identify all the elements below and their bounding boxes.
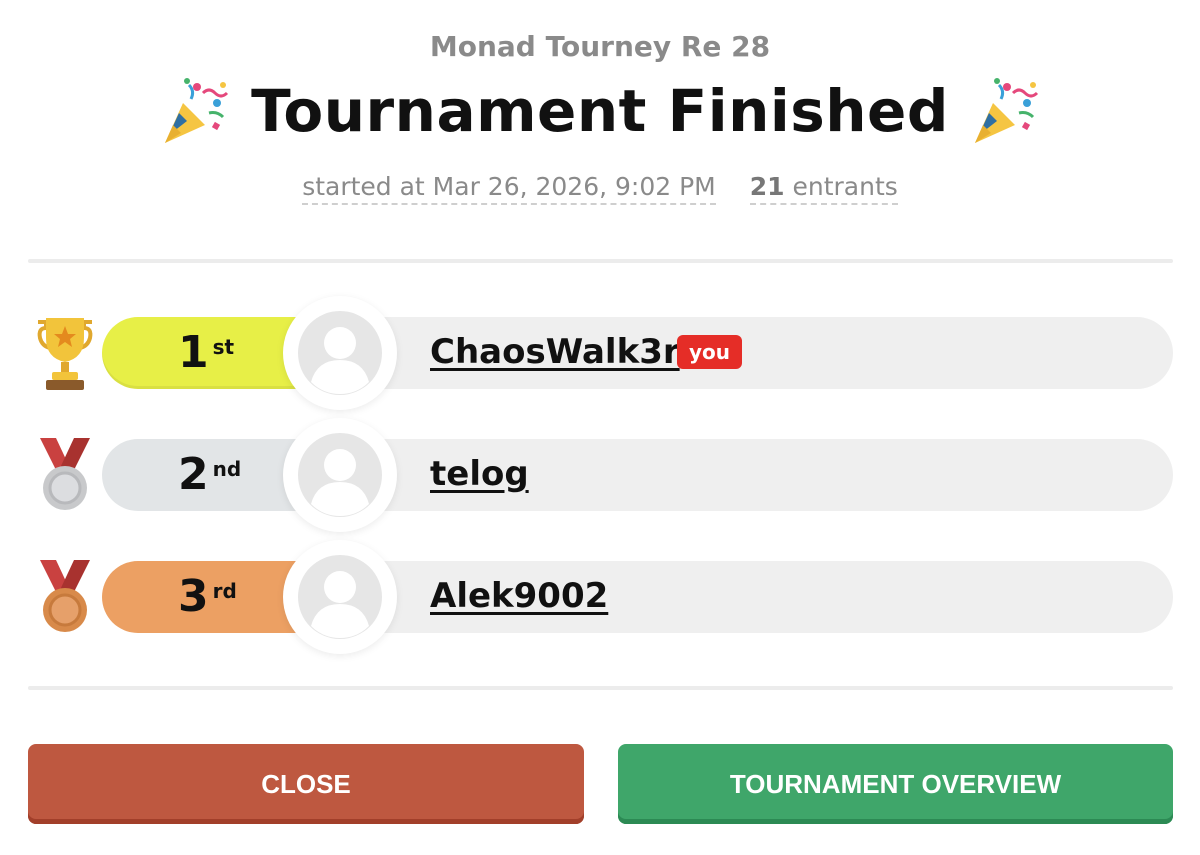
- party-popper-icon: [967, 73, 1043, 149]
- divider: [28, 259, 1173, 263]
- divider: [28, 686, 1173, 690]
- you-badge: you: [677, 335, 743, 369]
- tournament-overview-button[interactable]: TOURNAMENT OVERVIEW: [618, 744, 1173, 824]
- rank-number: 3: [178, 571, 209, 622]
- title-row: Tournament Finished: [0, 66, 1200, 156]
- start-time: started at Mar 26, 2026, 9:02 PM: [302, 172, 716, 205]
- entrants-count: 21 entrants: [749, 172, 898, 205]
- player-name-link[interactable]: ChaosWalk3r: [430, 332, 680, 372]
- user-icon: [298, 555, 382, 639]
- tournament-name: Monad Tourney Re 28: [429, 30, 771, 63]
- standing-row: 1st ChaosWalk3r you: [0, 296, 1200, 410]
- rank-suffix: st: [212, 335, 235, 359]
- standing-row: 3rd Alek9002: [0, 540, 1200, 654]
- tournament-meta: started at Mar 26, 2026, 9:02 PM 21 entr…: [0, 172, 1200, 205]
- avatar: [283, 540, 397, 654]
- entrants-label: entrants: [792, 172, 898, 201]
- rank-number: 1: [178, 327, 209, 378]
- standing-row: 2nd telog: [0, 418, 1200, 532]
- user-icon: [298, 311, 382, 395]
- trophy-icon: [30, 312, 100, 392]
- page-title: Tournament Finished: [251, 77, 949, 145]
- rank-suffix: rd: [212, 579, 237, 603]
- silver-medal-icon: [30, 434, 100, 514]
- avatar: [283, 296, 397, 410]
- bronze-medal-icon: [30, 556, 100, 636]
- player-name-link[interactable]: telog: [430, 454, 529, 494]
- player-name-link[interactable]: Alek9002: [430, 576, 608, 616]
- close-button[interactable]: CLOSE: [28, 744, 584, 824]
- avatar: [283, 418, 397, 532]
- user-icon: [298, 433, 382, 517]
- entrants-number: 21: [749, 172, 785, 201]
- rank-suffix: nd: [212, 457, 242, 481]
- rank-number: 2: [178, 449, 209, 500]
- party-popper-icon: [157, 73, 233, 149]
